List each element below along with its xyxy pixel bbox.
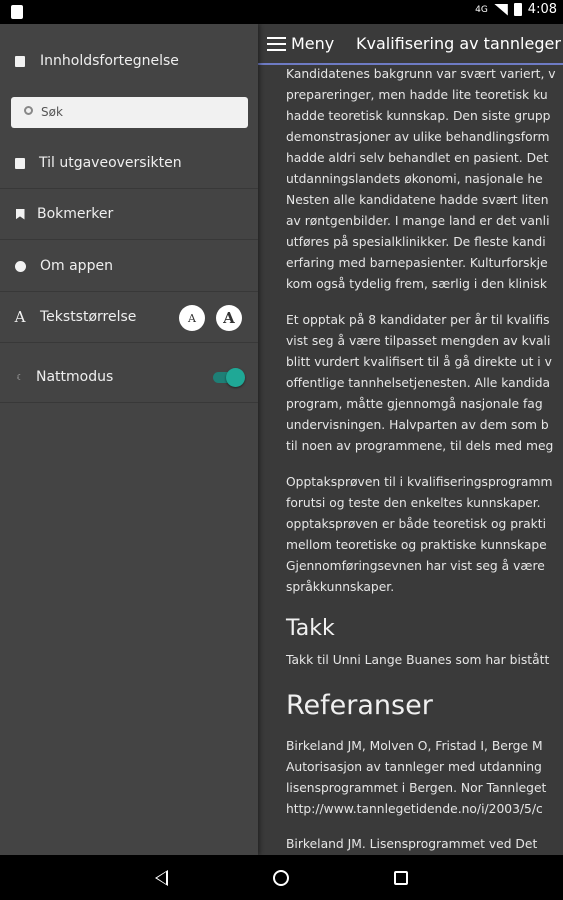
battery-icon [513, 3, 522, 16]
document-icon [14, 157, 26, 169]
text-line: forutsi og teste den enkeltes kunnskaper… [286, 496, 541, 510]
text-line: lisensprogrammet i Bergen. Nor Tannleget [286, 781, 547, 795]
text-line: Birkeland JM, Molven O, Fristad I, Berge… [286, 739, 543, 753]
text-line: blitt vurdert kvalifisert til å gå direk… [286, 355, 552, 369]
document-icon [14, 55, 26, 67]
text-line: av røntgenbilder. I mange land er det va… [286, 214, 550, 228]
reference: Birkeland JM, Molven O, Fristad I, Berge… [286, 736, 563, 820]
text-line: Et opptak på 8 kandidater per år til kva… [286, 313, 550, 327]
home-icon[interactable] [273, 870, 289, 886]
text-line: program, måtte gjennomgå nasjonale fag [286, 397, 543, 411]
sidebar-item-about[interactable]: Om appen [0, 241, 258, 292]
search-input[interactable]: Søk [11, 97, 248, 128]
sidebar-item-night-mode: ☾ Nattmodus [0, 352, 258, 403]
text-line: hadde aldri selv behandlet en pasient. D… [286, 151, 549, 165]
signal-icon [493, 3, 508, 16]
sidebar-item-label: Til utgaveoversikten [39, 155, 182, 171]
sidebar-item-label: Om appen [40, 258, 113, 274]
article-toolbar: Meny Kvalifisering av tannleger f [258, 24, 563, 65]
text-line: Takk til Unni Lange Buanes som har bistå… [286, 653, 550, 667]
text-line: mellom teoretiske og praktiske kunnskape [286, 538, 547, 552]
menu-button[interactable]: Meny [291, 34, 334, 53]
text-line: prepareringer, men hadde lite teoretisk … [286, 88, 548, 102]
clock: 4:08 [527, 2, 557, 17]
text-line: demonstrasjoner av ulike behandlingsform [286, 130, 550, 144]
sidebar-item-text-size: A Tekststørrelse A A [0, 292, 258, 343]
text-line: Opptaksprøven til i kvalifiseringsprogra… [286, 475, 553, 489]
text-line: til noen av programmene, til dels med me… [286, 439, 554, 453]
paragraph: Et opptak på 8 kandidater per år til kva… [286, 310, 563, 457]
text-line: vist seg å være tilpasset mengden av kva… [286, 334, 551, 348]
text-line: Nesten alle kandidatene hadde svært lite… [286, 193, 549, 207]
paragraph: Opptaksprøven til i kvalifiseringsprogra… [286, 472, 563, 598]
text-line: Autorisasjon av tannleger med utdanning [286, 760, 542, 774]
sidebar-item-label: Tekststørrelse [40, 309, 137, 325]
search-placeholder: Søk [41, 105, 63, 119]
text-line: opptaksprøven er både teoretisk og prakt… [286, 517, 547, 531]
recent-apps-icon[interactable] [394, 871, 408, 885]
navigation-drawer: Innholdsfortegnelse Søk Til utgaveoversi… [0, 24, 258, 855]
network-type: 4G [475, 4, 488, 15]
search-icon [24, 106, 33, 115]
section-heading: Takk [286, 616, 335, 641]
text-line: utføres på spesialklinikker. De fleste k… [286, 235, 546, 249]
sidebar-item-bookmarks[interactable]: Bokmerker [0, 189, 258, 240]
text-line: offentlige tannhelsetjenesten. Alle kand… [286, 376, 551, 390]
system-nav-bar [0, 855, 563, 900]
sidebar-item-label: Nattmodus [36, 369, 114, 385]
text-line: hadde teoretisk kunnskap. Den siste grup… [286, 109, 551, 123]
back-icon[interactable] [155, 870, 168, 886]
text-line: Gjennomføringsevnen har vist seg å være [286, 559, 545, 573]
moon-icon: ☾ [16, 372, 24, 382]
decrease-text-size-button[interactable]: A [179, 305, 205, 331]
reference-link[interactable]: http://www.tannlegetidende.no/i/2003/5/c [286, 799, 563, 820]
text-line: kom også tydelig frem, særlig i den klin… [286, 277, 547, 291]
sidebar-item-label: Bokmerker [37, 206, 114, 222]
status-bar: 4G 4:08 [0, 0, 563, 24]
text-line: utdanningslandets økonomi, nasjonale he [286, 172, 543, 186]
hamburger-menu-icon[interactable] [267, 37, 286, 51]
night-mode-toggle[interactable] [211, 368, 245, 387]
sidebar-item-label: Innholdsfortegnelse [40, 53, 179, 69]
info-icon [14, 260, 26, 272]
sidebar-item-toc[interactable]: Innholdsfortegnelse [0, 36, 258, 86]
increase-text-size-button[interactable]: A [216, 305, 242, 331]
text-line: språkkunnskaper. [286, 580, 395, 594]
paragraph: Takk til Unni Lange Buanes som har bistå… [286, 650, 563, 671]
text-size-icon: A [14, 308, 26, 326]
bookmark-icon [14, 208, 26, 220]
reference: Birkeland JM. Lisensprogrammet ved Det [286, 834, 563, 855]
article-title: Kvalifisering av tannleger f [356, 34, 563, 53]
text-line: erfaring med barnepasienter. Kulturforsk… [286, 256, 548, 270]
notification-icon [11, 5, 23, 19]
text-line: Kandidatenes bakgrunn var svært variert,… [286, 67, 556, 81]
article-body[interactable]: Kandidatenes bakgrunn var svært variert,… [258, 65, 563, 855]
paragraph: Kandidatenes bakgrunn var svært variert,… [286, 65, 563, 295]
sidebar-item-issue-overview[interactable]: Til utgaveoversikten [0, 138, 258, 189]
text-line: undervisningen. Halvparten av dem som b [286, 418, 549, 432]
text-line: Birkeland JM. Lisensprogrammet ved Det [286, 837, 538, 851]
section-heading: Referanser [286, 690, 433, 721]
